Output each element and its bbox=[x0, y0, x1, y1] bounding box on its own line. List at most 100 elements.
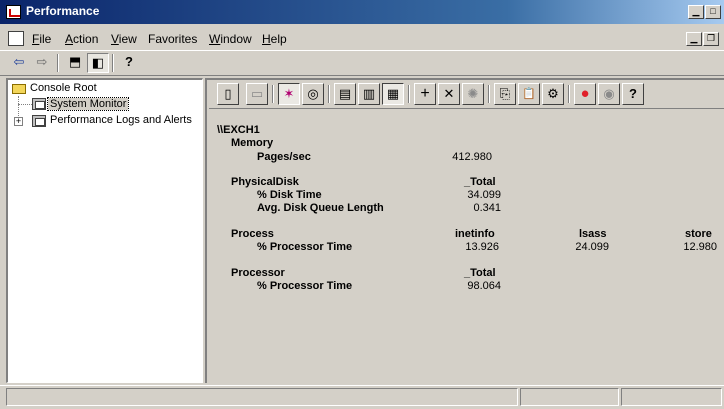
menu-action[interactable]: Action bbox=[65, 32, 98, 46]
back-button[interactable]: ⇦ bbox=[8, 53, 30, 73]
new-counter-set-icon: ▯ bbox=[224, 86, 232, 101]
report-icon: ▦ bbox=[386, 86, 400, 101]
report-value: 13.926 bbox=[465, 241, 499, 253]
report-value: 0.341 bbox=[473, 202, 501, 214]
clear-display-button[interactable]: ▭ bbox=[246, 83, 268, 105]
main-toolbar: ⇦ ⇨ ⬒ ◧ ? bbox=[0, 50, 724, 76]
forward-arrow-icon: ⇨ bbox=[36, 54, 48, 69]
title-bar[interactable]: Performance ▁ □ bbox=[0, 0, 724, 24]
maximize-icon: □ bbox=[710, 6, 716, 16]
performance-logs-icon bbox=[32, 115, 46, 127]
back-arrow-icon: ⇦ bbox=[13, 54, 25, 69]
help-icon: ? bbox=[629, 86, 637, 101]
help-button[interactable]: ? bbox=[118, 53, 140, 73]
report-value: 12.980 bbox=[683, 241, 717, 253]
folder-icon bbox=[12, 84, 26, 94]
copy-icon: ⎘ bbox=[499, 86, 511, 101]
performance-app-icon[interactable] bbox=[6, 5, 21, 19]
update-data-icon: ◉ bbox=[603, 86, 615, 101]
report-counter-process-processor-time: % Processor Time bbox=[257, 241, 353, 253]
report-computer-name: \\EXCH1 bbox=[217, 124, 260, 136]
system-monitor-toolbar: ▯ ▭ ✶ ◎ ▤ ▥ ▦ + ✕ ✺ ⎘ 📋 ⚙ ● ◉ ? bbox=[211, 82, 661, 106]
status-bar bbox=[0, 385, 724, 409]
forward-button[interactable]: ⇨ bbox=[31, 53, 53, 73]
current-activity-icon: ✶ bbox=[283, 86, 295, 101]
child-minimize-button[interactable]: ▁ bbox=[686, 32, 702, 46]
toolbar-separator bbox=[112, 54, 114, 72]
view-graph-button[interactable]: ▤ bbox=[334, 83, 356, 105]
tree-item-console-root[interactable]: Console Root bbox=[28, 82, 99, 94]
console-tree[interactable]: Console Root System Monitor + Performanc… bbox=[6, 78, 203, 383]
report-value: 98.064 bbox=[467, 280, 501, 292]
properties-button[interactable]: ⚙ bbox=[542, 83, 564, 105]
menu-window[interactable]: Window bbox=[209, 32, 252, 46]
delete-counter-button[interactable]: ✕ bbox=[438, 83, 460, 105]
menu-help[interactable]: Help bbox=[262, 32, 287, 46]
expand-icon[interactable]: + bbox=[14, 117, 23, 126]
menu-favorites[interactable]: Favorites bbox=[148, 32, 197, 46]
report-value: 24.099 bbox=[575, 241, 609, 253]
log-data-cylinder-icon: ◎ bbox=[307, 86, 319, 101]
folder-up-icon: ⬒ bbox=[68, 54, 82, 69]
report-instance-store: store bbox=[685, 228, 712, 240]
system-monitor-icon bbox=[32, 98, 46, 110]
report-instance-total: _Total bbox=[464, 267, 496, 279]
highlight-icon: ✺ bbox=[467, 86, 479, 101]
toolbar-separator bbox=[568, 85, 570, 103]
update-data-button[interactable]: ◉ bbox=[598, 83, 620, 105]
system-monitor-pane: ▯ ▭ ✶ ◎ ▤ ▥ ▦ + ✕ ✺ ⎘ 📋 ⚙ ● ◉ ? \\EXCH1 … bbox=[205, 78, 724, 383]
tree-item-performance-logs-and-alerts[interactable]: Performance Logs and Alerts bbox=[48, 114, 194, 126]
sysmon-help-button[interactable]: ? bbox=[622, 83, 644, 105]
tree-pane-icon: ◧ bbox=[91, 55, 105, 70]
histogram-icon: ▥ bbox=[362, 86, 376, 101]
up-one-level-button[interactable]: ⬒ bbox=[64, 53, 86, 73]
report-object-physicaldisk: PhysicalDisk bbox=[231, 176, 299, 188]
delete-icon: ✕ bbox=[443, 86, 455, 101]
child-restore-button[interactable]: ❐ bbox=[703, 32, 719, 46]
report-counter-processor-time: % Processor Time bbox=[257, 280, 353, 292]
toolbar-separator bbox=[328, 85, 330, 103]
report-object-memory: Memory bbox=[231, 137, 274, 149]
report-value: 412.980 bbox=[452, 151, 492, 163]
report-instance-lsass: lsass bbox=[579, 228, 607, 240]
minimize-icon: ▁ bbox=[690, 33, 698, 43]
tree-item-system-monitor[interactable]: System Monitor bbox=[46, 97, 130, 111]
add-icon: + bbox=[420, 85, 430, 102]
help-icon: ? bbox=[125, 54, 133, 69]
view-histogram-button[interactable]: ▥ bbox=[358, 83, 380, 105]
paste-counter-list-button[interactable]: 📋 bbox=[518, 83, 540, 105]
restore-icon: ❐ bbox=[706, 33, 716, 43]
menu-view[interactable]: View bbox=[111, 32, 137, 46]
report-view[interactable]: \\EXCH1 Memory Pages/sec 412.980 Physica… bbox=[209, 108, 724, 383]
mmc-document-icon[interactable] bbox=[8, 31, 24, 46]
maximize-button[interactable]: □ bbox=[705, 5, 721, 19]
show-hide-tree-button[interactable]: ◧ bbox=[87, 53, 109, 73]
view-report-button[interactable]: ▦ bbox=[382, 83, 404, 105]
menu-file[interactable]: File bbox=[32, 32, 51, 46]
clear-display-icon: ▭ bbox=[250, 86, 264, 101]
copy-properties-button[interactable]: ⎘ bbox=[494, 83, 516, 105]
report-object-process: Process bbox=[231, 228, 274, 240]
view-log-data-button[interactable]: ◎ bbox=[302, 83, 324, 105]
toolbar-separator bbox=[488, 85, 490, 103]
report-counter-disk-time: % Disk Time bbox=[257, 189, 322, 201]
report-value: 34.099 bbox=[467, 189, 501, 201]
paste-icon: 📋 bbox=[522, 88, 536, 100]
new-counter-set-button[interactable]: ▯ bbox=[217, 83, 239, 105]
tree-connector bbox=[18, 104, 32, 105]
report-instance-inetinfo: inetinfo bbox=[455, 228, 495, 240]
status-panel bbox=[6, 388, 518, 406]
report-counter-pages-sec: Pages/sec bbox=[257, 151, 311, 163]
add-counter-button[interactable]: + bbox=[414, 83, 436, 105]
freeze-display-button[interactable]: ● bbox=[574, 83, 596, 105]
toolbar-separator bbox=[408, 85, 410, 103]
freeze-stop-icon: ● bbox=[580, 85, 590, 102]
highlight-button[interactable]: ✺ bbox=[462, 83, 484, 105]
minimize-button[interactable]: ▁ bbox=[688, 5, 704, 19]
view-current-activity-button[interactable]: ✶ bbox=[278, 83, 300, 105]
toolbar-separator bbox=[57, 54, 59, 72]
graph-icon: ▤ bbox=[338, 86, 352, 101]
report-instance-total: _Total bbox=[464, 176, 496, 188]
toolbar-separator bbox=[272, 85, 274, 103]
menu-bar: File Action View Favorites Window Help ▁… bbox=[0, 28, 724, 50]
